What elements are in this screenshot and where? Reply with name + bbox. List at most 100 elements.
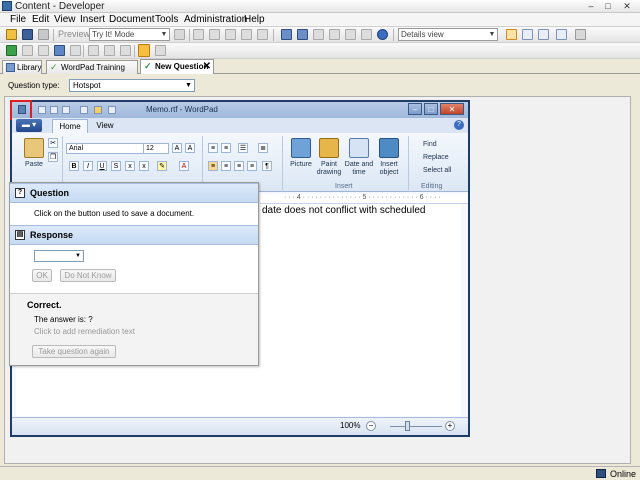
do-not-know-button[interactable]: Do Not Know — [60, 269, 116, 282]
line-spacing-icon[interactable]: ≣ — [258, 143, 268, 153]
redo-icon[interactable] — [297, 29, 308, 40]
layout-preview-icon[interactable] — [556, 29, 567, 40]
menu-administration[interactable]: Administration — [184, 14, 247, 26]
pencil-icon[interactable] — [138, 44, 150, 57]
tab-wordpad-training[interactable]: ✓ WordPad Training — [46, 60, 138, 74]
superscript-icon[interactable]: x — [139, 161, 149, 171]
question-type-select[interactable]: Hotspot ▼ — [69, 79, 195, 92]
ribbon-tab-view[interactable]: View — [90, 119, 120, 133]
tab-new-question[interactable]: ✓ New Question ✕ — [140, 59, 214, 74]
paste-icon[interactable] — [225, 29, 236, 40]
paste-icon[interactable] — [24, 138, 44, 158]
zoom-slider-thumb[interactable] — [405, 421, 410, 431]
align-right-icon[interactable]: ≡ — [234, 161, 244, 171]
font-color-icon[interactable]: A — [179, 161, 189, 171]
move-left-icon[interactable] — [120, 45, 131, 56]
zoom-in-button[interactable]: + — [445, 421, 455, 431]
align-center-icon[interactable]: ≡ — [221, 161, 231, 171]
frame-icon[interactable] — [38, 45, 49, 56]
layout-split-icon[interactable] — [522, 29, 533, 40]
bullets-icon[interactable]: ☰ — [238, 143, 248, 153]
menu-tools[interactable]: Tools — [155, 14, 178, 26]
links-icon[interactable] — [329, 29, 340, 40]
record-icon[interactable] — [174, 29, 185, 40]
take-question-again-button[interactable]: Take question again — [32, 345, 116, 358]
layout-details-icon[interactable] — [506, 29, 517, 40]
wp-minimize-button[interactable]: – — [408, 103, 422, 115]
increase-indent-icon[interactable]: ≡ — [221, 143, 231, 153]
paint-icon[interactable] — [319, 138, 339, 158]
tab-library[interactable]: Library — [2, 60, 42, 74]
menu-insert[interactable]: Insert — [80, 14, 105, 26]
view-combo[interactable]: Details view ▼ — [398, 28, 498, 41]
menu-help[interactable]: Help — [244, 14, 265, 26]
publish-icon[interactable] — [345, 29, 356, 40]
copy-icon[interactable] — [209, 29, 220, 40]
menu-view[interactable]: View — [54, 14, 76, 26]
undo-icon[interactable] — [281, 29, 292, 40]
properties-icon[interactable] — [313, 29, 324, 40]
strikethrough-icon[interactable]: S — [111, 161, 121, 171]
layout-columns-icon[interactable] — [538, 29, 549, 40]
wp-maximize-button[interactable]: □ — [424, 103, 438, 115]
object-icon[interactable] — [379, 138, 399, 158]
move-up-icon[interactable] — [88, 45, 99, 56]
copy-icon[interactable]: ❐ — [48, 152, 58, 162]
qat-save-icon[interactable] — [38, 106, 46, 114]
underline-icon[interactable]: U — [97, 161, 107, 171]
qat-print-icon[interactable] — [108, 106, 116, 114]
highlight-icon[interactable]: ✎ — [157, 161, 167, 171]
zoom-out-button[interactable]: − — [366, 421, 376, 431]
ok-button[interactable]: OK — [32, 269, 52, 282]
save-all-icon[interactable] — [38, 29, 49, 40]
paragraph-icon[interactable]: ¶ — [262, 161, 272, 171]
wp-close-button[interactable]: ✕ — [440, 103, 464, 115]
zoom-slider-track[interactable] — [390, 426, 442, 427]
hotspot-highlight[interactable] — [10, 100, 32, 120]
delete-icon[interactable] — [241, 29, 252, 40]
app-menu-button[interactable]: ▬ ▾ — [16, 119, 42, 132]
font-name-field[interactable]: Arial — [66, 143, 144, 154]
insert-picture-label[interactable]: Picture — [285, 161, 317, 169]
find-icon[interactable] — [257, 29, 268, 40]
remediation-placeholder[interactable]: Click to add remediation text — [34, 327, 135, 336]
insert-datetime-label[interactable]: Date and time — [343, 161, 375, 177]
replace-button[interactable]: Replace — [412, 154, 449, 162]
grow-font-icon[interactable]: A — [172, 143, 182, 153]
bold-icon[interactable]: B — [69, 161, 79, 171]
close-button[interactable]: ✕ — [620, 1, 634, 12]
menu-edit[interactable]: Edit — [32, 14, 49, 26]
picture-icon[interactable] — [291, 138, 311, 158]
find-button[interactable]: Find — [412, 141, 437, 149]
maximize-button[interactable]: □ — [601, 1, 615, 12]
qat-new-icon[interactable] — [80, 106, 88, 114]
cut-icon[interactable] — [193, 29, 204, 40]
cut-icon[interactable]: ✂ — [48, 138, 58, 148]
select-all-button[interactable]: Select all — [412, 167, 451, 175]
align-left-icon[interactable]: ≡ — [208, 161, 218, 171]
qat-open-icon[interactable] — [94, 106, 102, 114]
menu-file[interactable]: File — [10, 14, 26, 26]
outline-icon[interactable] — [361, 29, 372, 40]
response-dropdown[interactable]: ▼ — [34, 250, 84, 262]
move-down-icon[interactable] — [104, 45, 115, 56]
shrink-font-icon[interactable]: A — [185, 143, 195, 153]
lock-icon[interactable] — [155, 45, 166, 56]
ribbon-tab-home[interactable]: Home — [52, 119, 88, 133]
save-icon[interactable] — [22, 29, 33, 40]
help-icon[interactable] — [377, 29, 388, 40]
preview-button[interactable]: Preview — [58, 28, 90, 41]
toggle-pane-icon[interactable] — [575, 29, 586, 40]
table-icon[interactable] — [70, 45, 81, 56]
decrease-indent-icon[interactable]: ≡ — [208, 143, 218, 153]
open-folder-icon[interactable] — [6, 29, 17, 40]
close-tab-icon[interactable]: ✕ — [203, 60, 211, 73]
insert-object-label[interactable]: Insert object — [374, 161, 404, 177]
menu-document[interactable]: Document — [109, 14, 155, 26]
minimize-button[interactable]: – — [584, 1, 598, 12]
italic-icon[interactable]: I — [83, 161, 93, 171]
image-icon[interactable] — [54, 45, 65, 56]
justify-icon[interactable]: ≡ — [247, 161, 257, 171]
new-document-icon[interactable] — [6, 45, 17, 56]
mode-combo[interactable]: Try It! Mode ▼ — [89, 28, 170, 41]
